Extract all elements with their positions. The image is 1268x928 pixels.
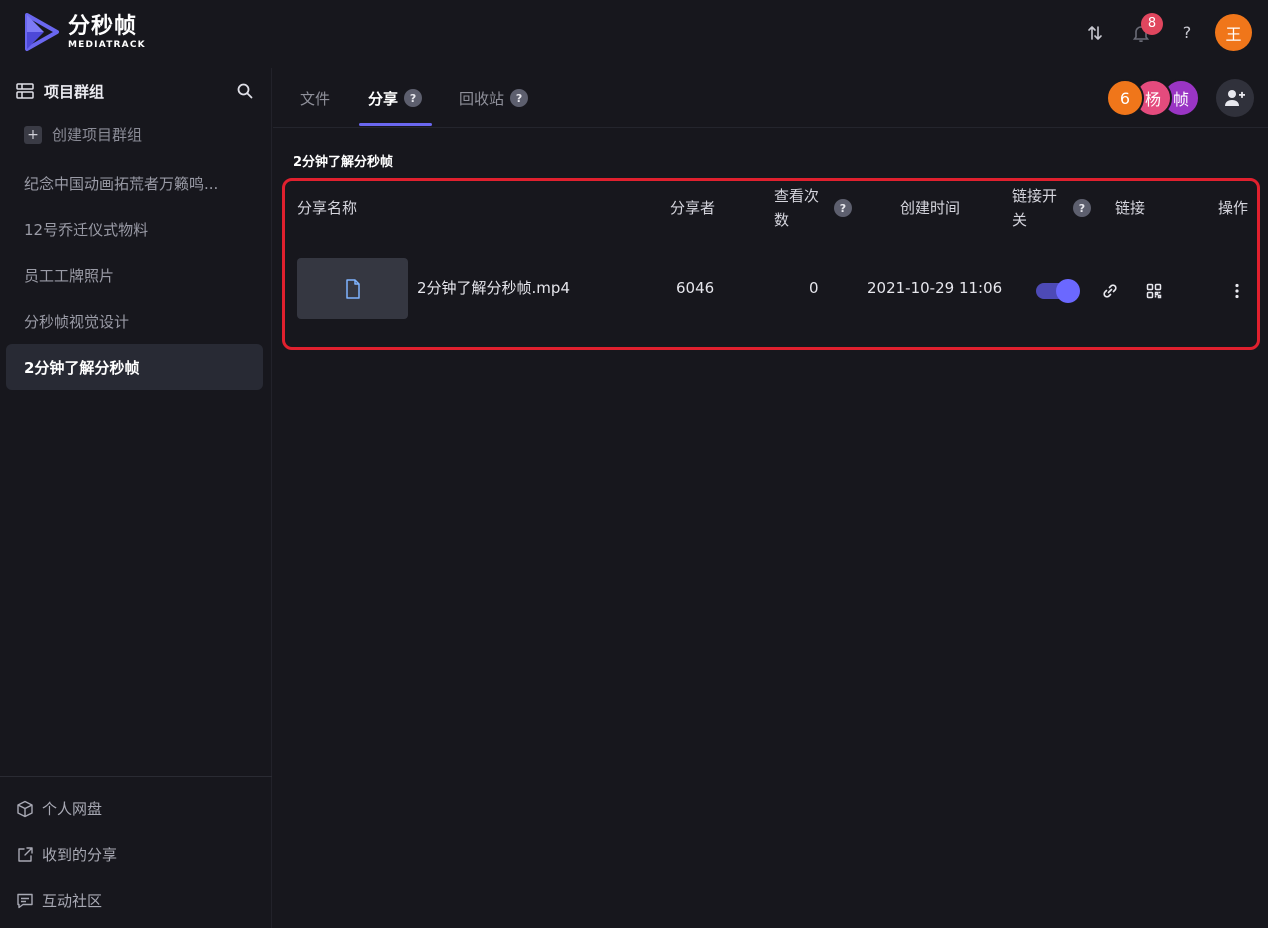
views-value: 0 xyxy=(809,279,819,297)
create-project-group-button[interactable]: + 创建项目群组 xyxy=(24,124,142,145)
sidebar-item-label: 纪念中国动画拓荒者万籁鸣... xyxy=(24,174,219,193)
transfer-icon[interactable] xyxy=(1079,15,1111,51)
sidebar-item-project[interactable]: 员工工牌照片 xyxy=(6,252,263,298)
sidebar-item-label: 12号乔迁仪式物料 xyxy=(24,220,149,239)
tab-shares[interactable]: 分享 ? xyxy=(368,86,423,110)
logo-icon xyxy=(25,13,59,51)
add-member-button[interactable] xyxy=(1216,79,1254,117)
sidebar-item-label: 2分钟了解分秒帧 xyxy=(24,358,140,377)
share-table: 分享名称 分享者 查看次 数 ? 创建时间 链接开 关 ? 链接 操作 2分钟了… xyxy=(282,178,1260,350)
active-tab-indicator xyxy=(359,123,432,126)
created-value: 2021-10-29 11:06 xyxy=(867,279,1003,297)
share-name[interactable]: 2分钟了解分秒帧.mp4 xyxy=(417,278,570,298)
main-panel: 文件 分享 ? 回收站 ? 6 杨 帧 2分钟了解分秒帧 分享名称 分享者 查看… xyxy=(273,68,1268,928)
sidebar-item-label: 分秒帧视觉设计 xyxy=(24,312,130,331)
column-header-link-toggle: 链接开 关 xyxy=(1012,184,1057,232)
logo-text-en: MEDIATRACK xyxy=(68,40,146,50)
logo-text-cn: 分秒帧 xyxy=(68,14,138,39)
sidebar-header-label: 项目群组 xyxy=(44,82,105,101)
user-avatar[interactable]: 王 xyxy=(1215,14,1252,51)
help-icon[interactable]: ? xyxy=(834,199,852,217)
column-header-sharer: 分享者 xyxy=(670,199,716,217)
column-header-views-line2: 数 xyxy=(774,211,790,229)
more-actions-icon[interactable] xyxy=(1226,280,1248,302)
link-toggle[interactable] xyxy=(1036,279,1080,303)
qr-code-icon[interactable] xyxy=(1143,280,1165,302)
help-icon[interactable]: ? xyxy=(510,89,529,107)
create-project-group-label: 创建项目群组 xyxy=(52,126,143,144)
sidebar-item-project[interactable]: 12号乔迁仪式物料 xyxy=(6,206,263,252)
add-user-icon xyxy=(1225,90,1245,106)
message-icon xyxy=(17,893,33,908)
tab-label: 文件 xyxy=(300,89,331,108)
help-icon[interactable]: ? xyxy=(1171,15,1203,51)
share-icon xyxy=(18,846,33,862)
app-logo[interactable]: 分秒帧 MEDIATRACK xyxy=(24,12,146,52)
column-header-link: 链接 xyxy=(1115,199,1146,217)
help-icon[interactable]: ? xyxy=(1073,199,1091,217)
plus-icon: + xyxy=(24,125,42,144)
project-group-icon xyxy=(16,83,34,99)
sidebar-item-project-active[interactable]: 2分钟了解分秒帧 xyxy=(6,344,263,390)
sidebar-footer-label: 互动社区 xyxy=(42,892,103,910)
column-header-created: 创建时间 xyxy=(900,199,961,217)
file-thumbnail[interactable] xyxy=(297,258,408,319)
member-avatars[interactable]: 6 杨 帧 xyxy=(1106,79,1201,117)
sidebar-divider xyxy=(0,776,272,777)
sharer-value: 6046 xyxy=(676,279,715,297)
group-title: 2分钟了解分秒帧 xyxy=(293,155,394,170)
column-header-views: 查看次 数 xyxy=(774,184,819,232)
sidebar-footer-received-shares[interactable]: 收到的分享 xyxy=(16,844,117,865)
help-icon[interactable]: ? xyxy=(404,89,423,107)
notification-badge: 8 xyxy=(1141,12,1163,35)
tabs-bar: 文件 分享 ? 回收站 ? 6 杨 帧 xyxy=(273,68,1268,128)
search-icon[interactable] xyxy=(234,80,256,102)
sidebar-item-label: 员工工牌照片 xyxy=(24,266,115,285)
column-header-toggle-line2: 关 xyxy=(1012,211,1028,229)
tab-label: 分享 xyxy=(368,89,399,108)
sidebar-footer-personal-drive[interactable]: 个人网盘 xyxy=(16,798,102,819)
file-icon xyxy=(345,278,360,299)
sidebar: 项目群组 + 创建项目群组 纪念中国动画拓荒者万籁鸣... 12号乔迁仪式物料 … xyxy=(0,68,272,928)
tab-label: 回收站 xyxy=(459,89,505,108)
sidebar-item-project[interactable]: 分秒帧视觉设计 xyxy=(6,298,263,344)
cube-icon xyxy=(17,800,33,817)
member-count-avatar: 6 xyxy=(1106,79,1144,117)
sidebar-item-project[interactable]: 纪念中国动画拓荒者万籁鸣... xyxy=(6,160,263,206)
copy-link-icon[interactable] xyxy=(1099,280,1121,302)
top-bar: 分秒帧 MEDIATRACK 8 ? 王 xyxy=(0,0,1268,68)
column-header-actions: 操作 xyxy=(1218,199,1249,217)
toggle-knob xyxy=(1056,279,1080,303)
tab-files[interactable]: 文件 xyxy=(300,86,330,110)
help-label: ? xyxy=(1182,23,1192,42)
sidebar-header: 项目群组 xyxy=(16,80,256,102)
column-header-views-line1: 查看次 xyxy=(774,187,820,205)
sidebar-footer-label: 收到的分享 xyxy=(42,846,118,864)
column-header-toggle-line1: 链接开 xyxy=(1012,187,1058,205)
sidebar-footer-label: 个人网盘 xyxy=(42,800,103,818)
column-header-name: 分享名称 xyxy=(297,199,358,217)
sidebar-footer-community[interactable]: 互动社区 xyxy=(16,890,102,911)
tab-recycle-bin[interactable]: 回收站 ? xyxy=(459,86,529,110)
notification-button[interactable]: 8 xyxy=(1125,12,1163,51)
